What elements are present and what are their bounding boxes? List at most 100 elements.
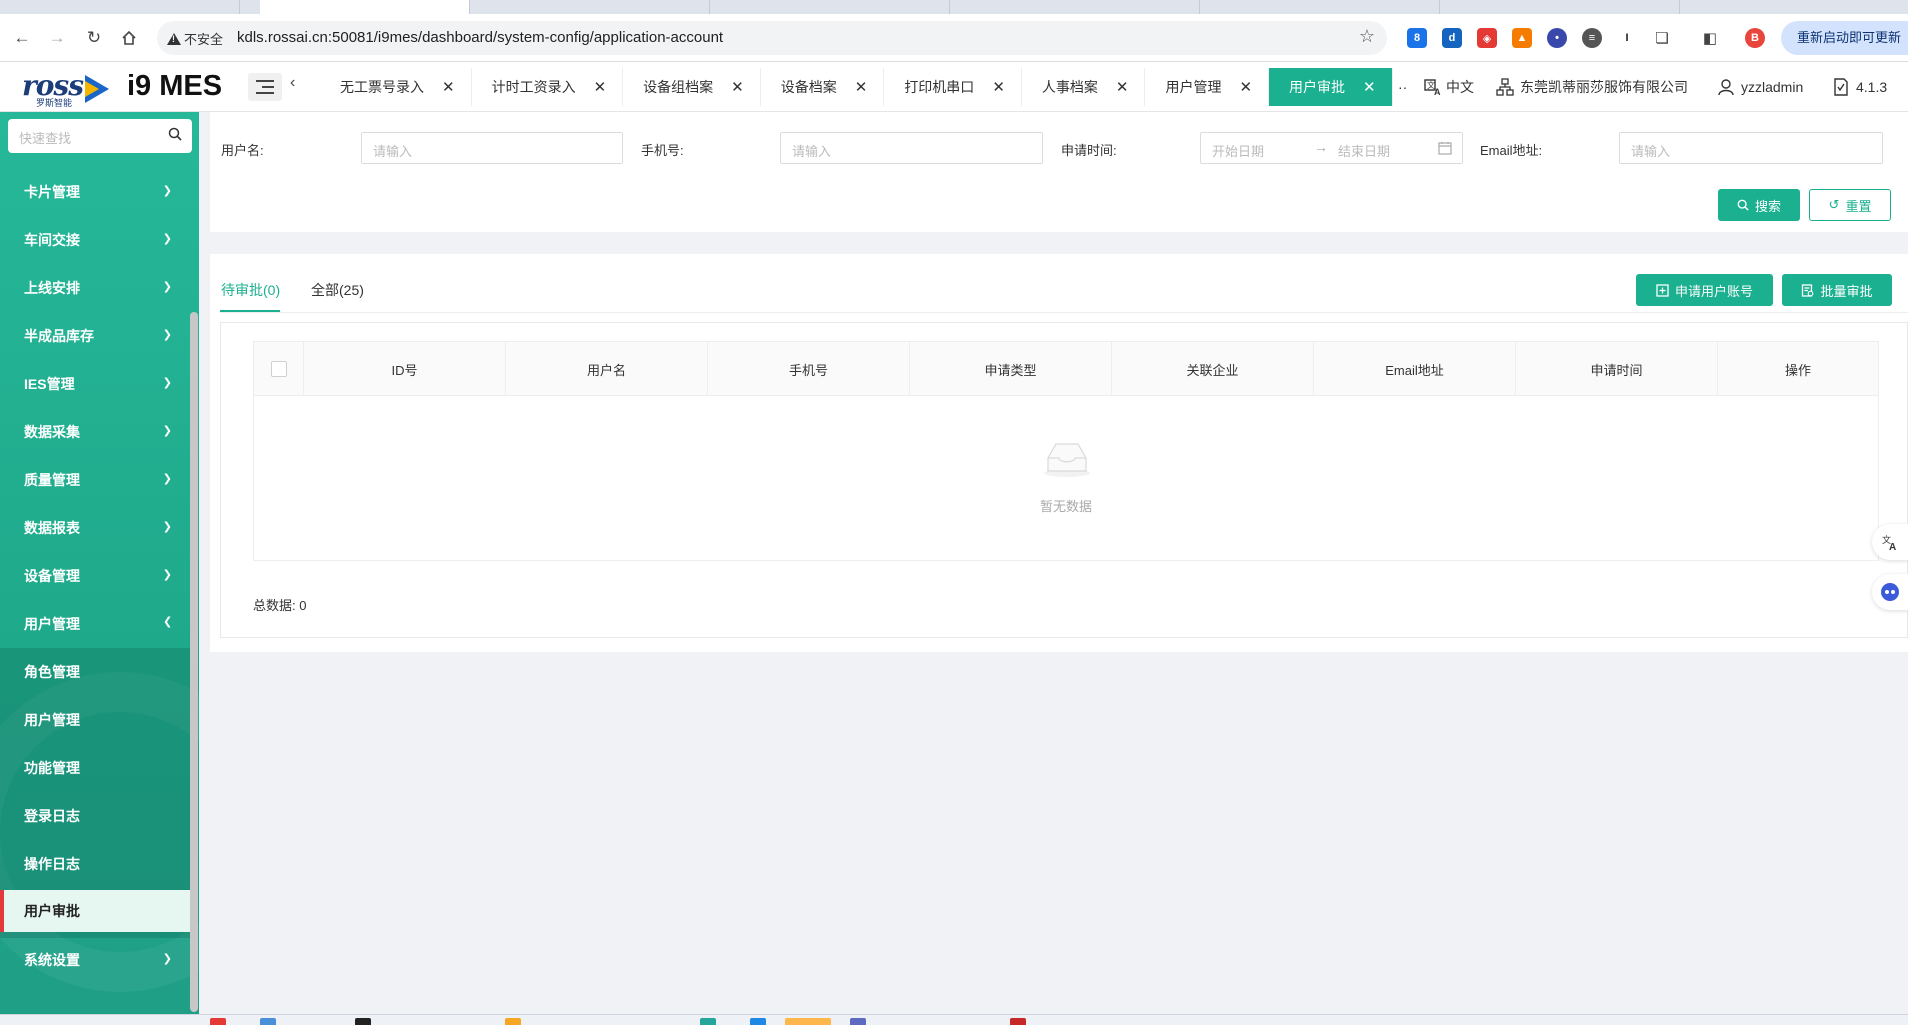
tab-pending[interactable]: 待审批(0) [221, 280, 280, 300]
close-icon[interactable]: ✕ [992, 78, 1005, 96]
browser-tab[interactable] [260, 0, 470, 14]
sidebar-subitem-user-approval[interactable]: 用户审批 [0, 890, 190, 932]
page-tab[interactable]: 设备档案 ✕ [761, 68, 885, 106]
column-header[interactable]: 申请时间 [1516, 342, 1718, 396]
puzzle-icon[interactable]: ❏ [1652, 28, 1672, 48]
batch-approve-button[interactable]: 批量审批 [1782, 274, 1892, 306]
home-icon[interactable] [117, 26, 141, 50]
close-icon[interactable]: ✕ [442, 78, 455, 96]
browser-tab[interactable] [990, 0, 1200, 14]
taskbar-app-icon[interactable] [850, 1018, 866, 1025]
taskbar-app-icon[interactable] [785, 1018, 831, 1025]
page-tab[interactable]: 人事档案 ✕ [1022, 68, 1146, 106]
page-tab[interactable]: 计时工资录入 ✕ [472, 68, 624, 106]
language-switch[interactable]: 文A 中文 [1424, 62, 1474, 112]
tab-scroll-left-icon[interactable]: ‹ [290, 74, 295, 92]
tabs-more[interactable]: ·· [1398, 62, 1407, 112]
sidebar-subitem-login-log[interactable]: 登录日志 [0, 792, 190, 840]
metamask-icon[interactable]: ▲ [1512, 28, 1532, 48]
bookmark-star-icon[interactable]: ☆ [1359, 26, 1375, 47]
browser-tab[interactable] [740, 0, 950, 14]
taskbar-app-icon[interactable] [210, 1018, 226, 1025]
reset-button[interactable]: ↺ 重置 [1809, 189, 1891, 221]
sidebar-item-quality[interactable]: 质量管理 ❯ [0, 456, 190, 504]
sidebar-search-input[interactable]: 快速查找 [8, 119, 192, 153]
close-icon[interactable]: ✕ [855, 78, 868, 96]
update-button[interactable]: 重新启动即可更新 [1781, 21, 1908, 55]
sidebar-subitem-users[interactable]: 用户管理 [0, 696, 190, 744]
taskbar-app-icon[interactable] [355, 1018, 371, 1025]
close-icon[interactable]: ✕ [731, 78, 744, 96]
security-warning[interactable]: 不安全 [167, 29, 223, 48]
sidebar-item-system-settings[interactable]: 系统设置 ❯ [0, 936, 190, 984]
column-header[interactable]: ID号 [304, 342, 506, 396]
browser-tab[interactable] [1470, 0, 1680, 14]
page-tab[interactable]: 无工票号录入 ✕ [320, 68, 472, 106]
address-bar[interactable]: 不安全 kdls.rossai.cn:50081/i9mes/dashboard… [157, 21, 1387, 55]
sidebar-scrollbar[interactable] [190, 312, 198, 1012]
sidebar-item-schedule[interactable]: 上线安排 ❯ [0, 264, 190, 312]
phone-input[interactable]: 请输入 [780, 132, 1043, 164]
sidebar-item-user-mgmt[interactable]: 用户管理 ❯ [0, 600, 190, 648]
extension-icon[interactable]: ≡ [1582, 28, 1602, 48]
email-input[interactable]: 请输入 [1619, 132, 1883, 164]
search-button[interactable]: 搜索 [1718, 189, 1800, 221]
company-switch[interactable]: 东莞凯蒂丽莎服饰有限公司 [1496, 62, 1688, 112]
reload-icon[interactable]: ↻ [82, 26, 106, 50]
version-info[interactable]: 4.1.3 [1832, 62, 1887, 112]
sidebar-item-wip-stock[interactable]: 半成品库存 ❯ [0, 312, 190, 360]
sidebar-item-reports[interactable]: 数据报表 ❯ [0, 504, 190, 552]
translate-float-icon[interactable]: 文A [1872, 524, 1908, 560]
tab-all[interactable]: 全部(25) [311, 280, 364, 300]
column-header[interactable]: Email地址 [1314, 342, 1516, 396]
extension-icon[interactable]: d [1442, 28, 1462, 48]
column-header[interactable]: 申请类型 [910, 342, 1112, 396]
date-range-picker[interactable]: 开始日期 → 结束日期 [1200, 132, 1463, 164]
app-logo[interactable]: ross 罗斯智能 i9 MES [22, 67, 232, 108]
sidepanel-icon[interactable]: ◧ [1700, 28, 1720, 48]
sidebar-subitem-roles[interactable]: 角色管理 [0, 648, 190, 696]
username-input[interactable]: 请输入 [361, 132, 623, 164]
extension-icon[interactable]: ◈ [1477, 28, 1497, 48]
forward-icon[interactable]: → [45, 26, 69, 50]
column-header[interactable]: 手机号 [708, 342, 910, 396]
close-icon[interactable]: ✕ [1116, 78, 1129, 96]
sidebar-item-data-collect[interactable]: 数据采集 ❯ [0, 408, 190, 456]
username-placeholder: 请输入 [373, 144, 413, 159]
page-tab-active[interactable]: 用户审批 ✕ [1269, 68, 1393, 106]
extension-icon[interactable]: I [1617, 28, 1637, 48]
browser-tab[interactable] [500, 0, 710, 14]
column-header[interactable]: 关联企业 [1112, 342, 1314, 396]
column-header[interactable]: 用户名 [506, 342, 708, 396]
page-tab[interactable]: 用户管理 ✕ [1145, 68, 1270, 106]
taskbar-app-icon[interactable] [1010, 1018, 1026, 1025]
page-tab[interactable]: 设备组档案 ✕ [623, 68, 761, 106]
assistant-float-icon[interactable] [1872, 574, 1908, 610]
browser-tab[interactable] [30, 0, 240, 14]
user-menu[interactable]: yzzladmin [1717, 62, 1803, 112]
menu-collapse-icon[interactable] [248, 73, 282, 101]
search-icon[interactable] [168, 127, 182, 144]
sidebar-item-equipment[interactable]: 设备管理 ❯ [0, 552, 190, 600]
select-all-checkbox[interactable] [270, 361, 287, 377]
profile-avatar[interactable]: B [1745, 28, 1765, 48]
browser-tab[interactable] [1230, 0, 1440, 14]
apply-account-button[interactable]: 申请用户账号 [1636, 274, 1773, 306]
sidebar-item-handover[interactable]: 车间交接 ❯ [0, 216, 190, 264]
taskbar-app-icon[interactable] [750, 1018, 766, 1025]
taskbar-app-icon[interactable] [260, 1018, 276, 1025]
extension-icon[interactable]: 8 [1407, 28, 1427, 48]
taskbar-app-icon[interactable] [505, 1018, 521, 1025]
close-icon[interactable]: ✕ [1239, 78, 1252, 96]
close-icon[interactable]: ✕ [594, 78, 607, 96]
close-icon[interactable]: ✕ [1363, 78, 1376, 96]
sidebar-subitem-operation-log[interactable]: 操作日志 [0, 840, 190, 888]
sidebar-item-ies[interactable]: IES管理 ❯ [0, 360, 190, 408]
taskbar-app-icon[interactable] [700, 1018, 716, 1025]
sidebar-subitem-functions[interactable]: 功能管理 [0, 744, 190, 792]
back-icon[interactable]: ← [10, 26, 34, 50]
email-placeholder: 请输入 [1631, 144, 1671, 159]
extension-icon[interactable]: • [1547, 28, 1567, 48]
page-tab[interactable]: 打印机串口 ✕ [884, 68, 1022, 106]
sidebar-item-card[interactable]: 卡片管理 ❯ [0, 168, 190, 216]
